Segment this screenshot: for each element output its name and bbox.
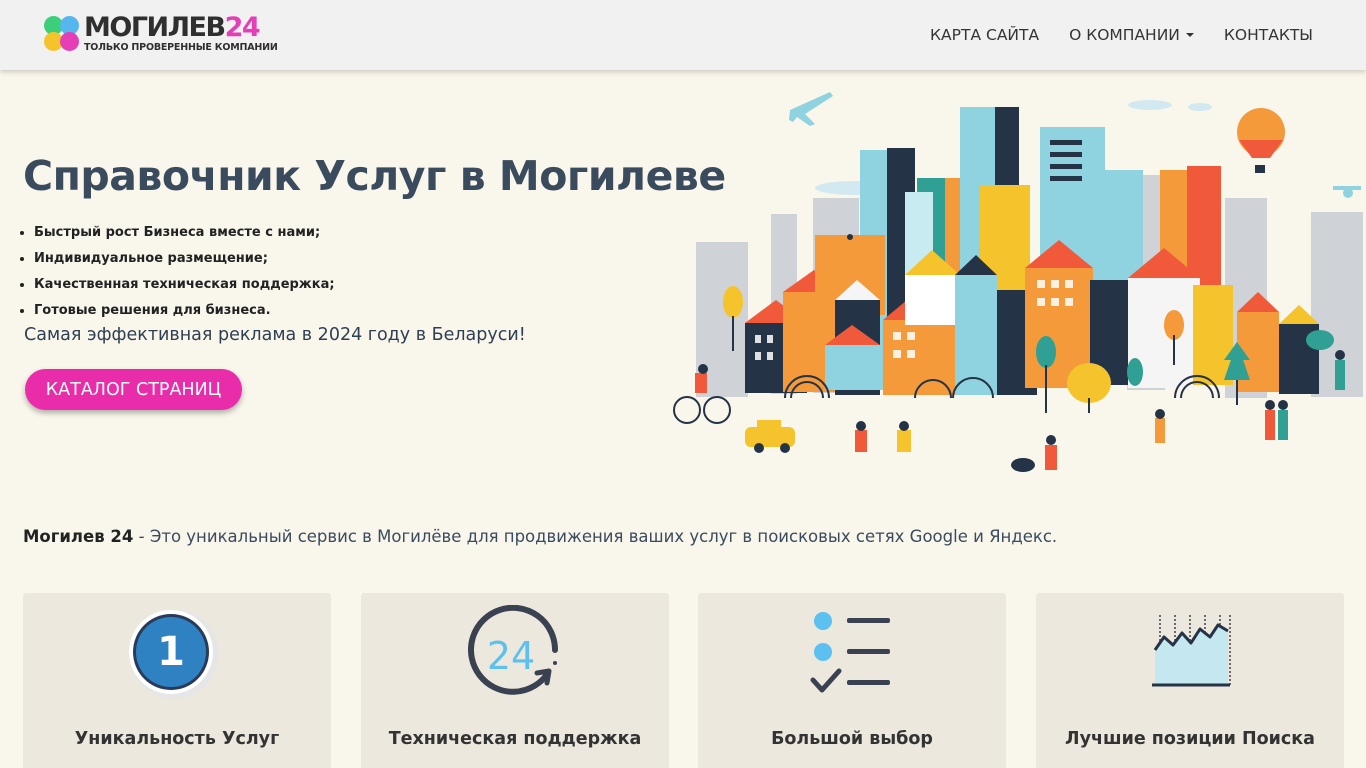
chevron-down-icon bbox=[1185, 33, 1194, 37]
list-item: Быстрый рост Бизнеса вместе с нами; bbox=[34, 222, 335, 248]
feature-title: Техническая поддержка bbox=[388, 729, 642, 749]
benefits-list: Быстрый рост Бизнеса вместе с нами; Инди… bbox=[34, 222, 335, 326]
top-navbar: МОГИЛЕВ24 ТОЛЬКО ПРОВЕРЕННЫЕ КОМПАНИИ КА… bbox=[0, 0, 1366, 70]
nav-about-dropdown[interactable]: О КОМПАНИИ bbox=[1069, 26, 1194, 44]
line-chart-icon bbox=[1152, 615, 1231, 687]
catalog-button[interactable]: КАТАЛОГ СТРАНИЦ bbox=[25, 369, 242, 410]
feature-title: Лучшие позиции Поиска bbox=[1065, 729, 1315, 749]
logo-slogan: ТОЛЬКО ПРОВЕРЕННЫЕ КОМПАНИИ bbox=[84, 42, 278, 53]
main-nav: КАРТА САЙТА О КОМПАНИИ КОНТАКТЫ bbox=[930, 0, 1313, 70]
feature-card-choice: Большой выбор bbox=[698, 593, 1006, 768]
svg-text:1: 1 bbox=[157, 629, 185, 675]
nav-sitemap[interactable]: КАРТА САЙТА bbox=[930, 26, 1039, 44]
feature-card-uniqueness: 1 Уникальность Услуг bbox=[23, 593, 331, 768]
page-title: Справочник Услуг в Могилеве bbox=[23, 152, 726, 200]
intro-text: Могилев 24 - Это уникальный сервис в Мог… bbox=[23, 527, 1058, 546]
24-hours-icon: 24 bbox=[468, 605, 559, 695]
nav-contacts[interactable]: КОНТАКТЫ bbox=[1224, 26, 1313, 44]
feature-card-support: 24 Техническая поддержка bbox=[361, 593, 669, 768]
list-item: Индивидуальное размещение; bbox=[34, 248, 335, 274]
site-logo[interactable]: МОГИЛЕВ24 ТОЛЬКО ПРОВЕРЕННЫЕ КОМПАНИИ bbox=[42, 12, 282, 58]
list-item: Готовые решения для бизнеса. bbox=[34, 300, 335, 326]
number-one-badge-icon: 1 bbox=[129, 609, 219, 699]
logo-wordmark: МОГИЛЕВ24 bbox=[84, 12, 261, 43]
logo-dots-icon bbox=[42, 16, 82, 56]
feature-title: Большой выбор bbox=[771, 729, 933, 749]
feature-title: Уникальность Услуг bbox=[74, 729, 280, 749]
feature-card-search: Лучшие позиции Поиска bbox=[1036, 593, 1344, 768]
svg-text:24: 24 bbox=[487, 634, 535, 678]
checklist-icon bbox=[810, 612, 890, 693]
list-item: Качественная техническая поддержка; bbox=[34, 274, 335, 300]
city-illustration bbox=[673, 92, 1363, 472]
hero-tagline: Самая эффективная реклама в 2024 году в … bbox=[24, 325, 526, 345]
